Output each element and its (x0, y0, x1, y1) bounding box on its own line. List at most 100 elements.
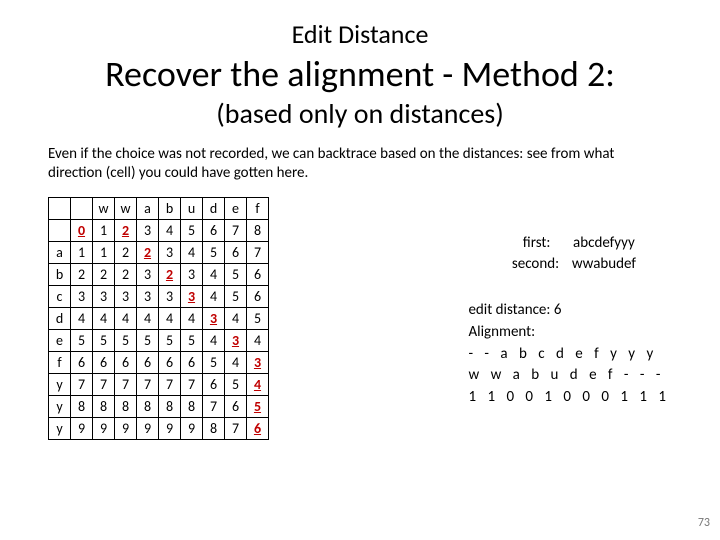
dp-cell: 7 (247, 241, 269, 263)
row-label: c (49, 285, 71, 307)
first-string-line: first: abcdefyyy (468, 233, 670, 255)
dp-cell: 2 (159, 263, 181, 285)
alignment-row-1: - - a b c d e f y y y (468, 344, 670, 366)
col-label: f (247, 197, 269, 219)
col-label: a (137, 197, 159, 219)
dp-cell: 5 (203, 351, 225, 373)
dp-cell: 8 (159, 395, 181, 417)
dp-cell: 5 (137, 329, 159, 351)
dp-cell: 4 (159, 219, 181, 241)
page-title: Recover the alignment - Method 2: (40, 52, 680, 96)
dp-cell: 9 (137, 417, 159, 439)
row-label: y (49, 373, 71, 395)
intro-paragraph: Even if the choice was not recorded, we … (48, 145, 672, 183)
dp-cell: 5 (159, 329, 181, 351)
dp-cell: 9 (115, 417, 137, 439)
first-value: abcdefyyy (573, 234, 635, 252)
dp-cell: 3 (137, 285, 159, 307)
dp-cell: 8 (247, 219, 269, 241)
dp-cell: 6 (93, 351, 115, 373)
dp-cell: 4 (93, 307, 115, 329)
dp-cell: 9 (159, 417, 181, 439)
dp-cell: 2 (71, 263, 93, 285)
dp-cell: 7 (225, 219, 247, 241)
dp-cell: 8 (71, 395, 93, 417)
dp-cell: 3 (93, 285, 115, 307)
col-label (71, 197, 93, 219)
dp-cell: 1 (93, 219, 115, 241)
page-number: 73 (698, 516, 710, 530)
col-label (49, 197, 71, 219)
col-label: u (181, 197, 203, 219)
alignment-label: Alignment: (468, 322, 670, 344)
dp-cell: 7 (137, 373, 159, 395)
dp-cell: 7 (203, 395, 225, 417)
dp-cell: 2 (115, 263, 137, 285)
dp-cell: 4 (181, 241, 203, 263)
dp-table-wrap: wwabudef012345678a112234567b222323456c33… (48, 197, 269, 440)
slide: Edit Distance Recover the alignment - Me… (0, 0, 720, 540)
second-string-line: second: wwabudef (468, 254, 670, 276)
col-label: w (93, 197, 115, 219)
dp-cell: 5 (247, 307, 269, 329)
dp-cell: 3 (71, 285, 93, 307)
dp-cell: 2 (115, 241, 137, 263)
row-label: a (49, 241, 71, 263)
row-label: e (49, 329, 71, 351)
dp-cell: 8 (115, 395, 137, 417)
row-label: d (49, 307, 71, 329)
dp-cell: 1 (93, 241, 115, 263)
dp-cell: 6 (159, 351, 181, 373)
dp-cell: 5 (181, 329, 203, 351)
dp-cell: 6 (247, 263, 269, 285)
dp-cell: 6 (247, 417, 269, 439)
dp-cell: 3 (159, 241, 181, 263)
dp-cell: 2 (93, 263, 115, 285)
dp-cell: 7 (181, 373, 203, 395)
dp-cell: 3 (225, 329, 247, 351)
dp-cell: 7 (71, 373, 93, 395)
dp-cell: 5 (247, 395, 269, 417)
dp-cell: 1 (71, 241, 93, 263)
second-value: wwabudef (572, 255, 636, 273)
row-label: f (49, 351, 71, 373)
alignment-block: edit distance: 6 Alignment: - - a b c d … (468, 300, 670, 409)
dp-cell: 4 (181, 307, 203, 329)
dp-cell: 6 (247, 285, 269, 307)
dp-cell: 6 (137, 351, 159, 373)
dp-cell: 7 (93, 373, 115, 395)
dp-cell: 6 (71, 351, 93, 373)
col-label: w (115, 197, 137, 219)
dp-cell: 4 (203, 285, 225, 307)
edit-distance-value: 6 (554, 301, 562, 319)
dp-cell: 5 (225, 263, 247, 285)
alignment-row-3: 1 1 0 0 1 0 0 0 1 1 1 (468, 387, 670, 409)
dp-cell: 4 (247, 373, 269, 395)
dp-cell: 4 (225, 351, 247, 373)
dp-cell: 3 (137, 219, 159, 241)
dp-cell: 5 (203, 241, 225, 263)
row-label: b (49, 263, 71, 285)
dp-cell: 5 (71, 329, 93, 351)
col-label: d (203, 197, 225, 219)
content-row: wwabudef012345678a112234567b222323456c33… (40, 197, 680, 440)
dp-cell: 8 (181, 395, 203, 417)
dp-cell: 9 (93, 417, 115, 439)
dp-cell: 6 (225, 241, 247, 263)
dp-cell: 3 (181, 263, 203, 285)
edit-distance-label: edit distance: (468, 301, 550, 319)
row-label: y (49, 395, 71, 417)
dp-cell: 3 (203, 307, 225, 329)
alignment-row-2: w w a b u d e f - - - (468, 365, 670, 387)
subtitle: (based only on distances) (40, 96, 680, 131)
dp-cell: 4 (225, 307, 247, 329)
dp-cell: 9 (71, 417, 93, 439)
dp-cell: 8 (93, 395, 115, 417)
dp-table: wwabudef012345678a112234567b222323456c33… (48, 197, 269, 440)
dp-cell: 2 (115, 219, 137, 241)
dp-cell: 9 (181, 417, 203, 439)
dp-cell: 4 (159, 307, 181, 329)
strings-block: first: abcdefyyy second: wwabudef (468, 233, 670, 277)
dp-cell: 3 (247, 351, 269, 373)
dp-cell: 4 (203, 263, 225, 285)
